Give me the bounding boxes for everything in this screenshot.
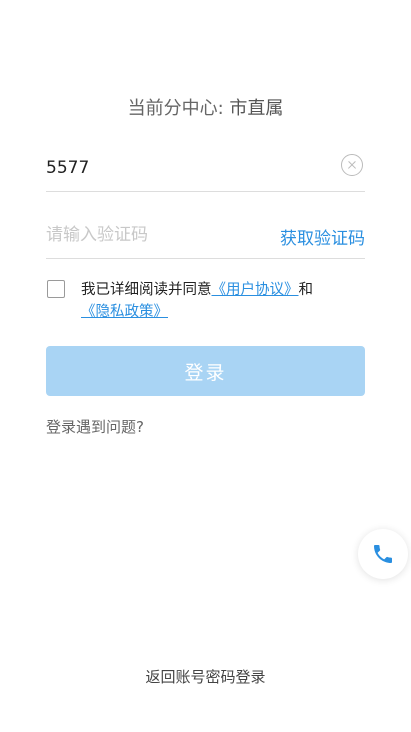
branch-center-value: 市直属: [229, 98, 284, 119]
login-problem-link[interactable]: 登录遇到问题?: [46, 416, 144, 437]
get-code-button[interactable]: 获取验证码: [280, 224, 365, 249]
agreement-row: 我已详细阅读并同意《用户协议》和《隐私政策》: [46, 279, 365, 323]
agreement-checkbox[interactable]: [47, 280, 65, 298]
agreement-text: 我已详细阅读并同意《用户协议》和《隐私政策》: [81, 279, 365, 323]
user-agreement-link[interactable]: 《用户协议》: [212, 282, 299, 298]
branch-center-label: 当前分中心:: [127, 98, 224, 119]
phone-number-input[interactable]: [46, 150, 326, 186]
login-button[interactable]: 登录: [46, 346, 365, 396]
phone-call-button[interactable]: [358, 529, 408, 579]
verification-code-input[interactable]: [46, 218, 246, 252]
phone-field-row: [46, 150, 365, 192]
return-password-login-link[interactable]: 返回账号密码登录: [0, 666, 411, 687]
agreement-conjunction: 和: [298, 282, 314, 298]
clear-icon[interactable]: [341, 154, 363, 176]
branch-center-line: 当前分中心: 市直属: [0, 94, 411, 120]
privacy-policy-link[interactable]: 《隐私政策》: [81, 304, 168, 320]
phone-icon: [374, 545, 392, 563]
agreement-prefix: 我已详细阅读并同意: [81, 282, 212, 298]
verification-code-row: 获取验证码: [46, 216, 365, 259]
